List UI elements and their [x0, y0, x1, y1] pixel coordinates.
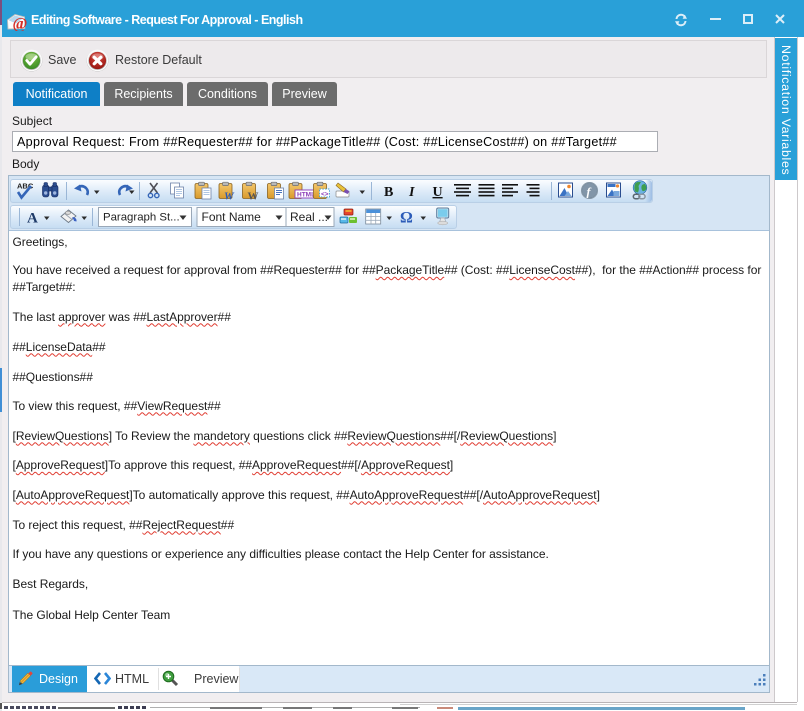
svg-text:Paragraph St...: Paragraph St...: [103, 212, 180, 224]
svg-text:Font Name: Font Name: [202, 210, 262, 224]
svg-text:<>: <>: [321, 191, 329, 198]
svg-text:U: U: [433, 185, 443, 200]
svg-text:HTML: HTML: [297, 192, 315, 199]
svg-text:ABC: ABC: [17, 182, 34, 191]
svg-text:Ω: Ω: [400, 210, 413, 227]
svg-text:@: @: [13, 16, 27, 32]
svg-text:W: W: [248, 191, 259, 203]
svg-text:A: A: [27, 211, 38, 227]
svg-text:Real ...: Real ...: [290, 210, 328, 224]
svg-text:I: I: [408, 185, 415, 200]
svg-text:W: W: [224, 191, 235, 203]
svg-text:B: B: [384, 185, 393, 200]
